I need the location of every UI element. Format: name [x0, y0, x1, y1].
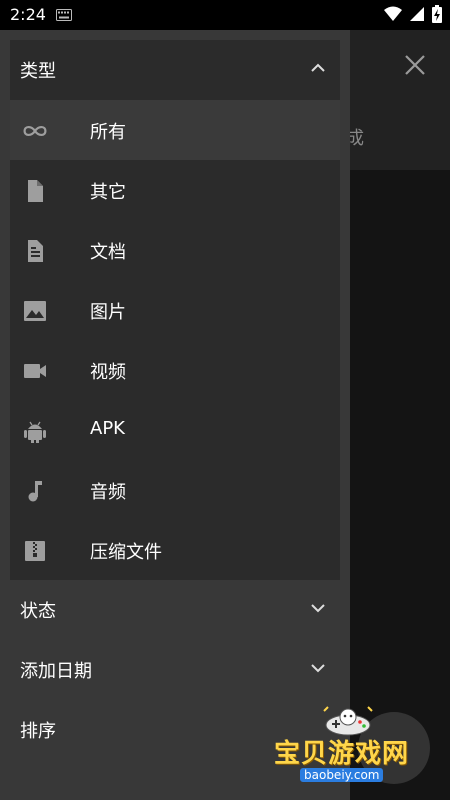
filter-drawer: 类型 所有 其它 文档 图片 视频 APK 音频 压缩文件 状态 添加日期 排序 [0, 30, 350, 800]
type-item-label: 视频 [90, 362, 126, 383]
type-item-label: 压缩文件 [90, 542, 162, 563]
type-item-label: 其它 [90, 182, 126, 203]
chevron-down-icon [311, 664, 325, 673]
status-time: 2:24 [10, 5, 46, 24]
document-icon [28, 240, 43, 262]
android-icon [24, 421, 46, 443]
type-item-label: APK [90, 418, 125, 439]
section-status-header[interactable]: 状态 [10, 580, 340, 640]
type-item-image[interactable]: 图片 [10, 280, 340, 340]
type-item-label: 所有 [90, 122, 126, 143]
type-item-archive[interactable]: 压缩文件 [10, 520, 340, 580]
section-date-title: 添加日期 [20, 661, 92, 682]
type-item-label: 图片 [90, 302, 126, 323]
wifi-icon [384, 6, 402, 21]
type-item-all[interactable]: 所有 [10, 100, 340, 160]
status-icons [384, 5, 442, 23]
type-item-document[interactable]: 文档 [10, 220, 340, 280]
section-date-header[interactable]: 添加日期 [10, 640, 340, 700]
watermark-site: baobeiy.com [300, 768, 384, 782]
watermark: 宝贝游戏网 baobeiy.com [270, 705, 440, 795]
section-type-title: 类型 [20, 61, 56, 82]
status-bar: 2:24 [0, 0, 450, 30]
chevron-down-icon [311, 604, 325, 613]
zip-icon [25, 541, 45, 561]
infinity-icon [23, 126, 47, 136]
section-type-header[interactable]: 类型 [10, 40, 340, 100]
section-sort-title: 排序 [20, 721, 56, 742]
type-item-other[interactable]: 其它 [10, 160, 340, 220]
section-status-title: 状态 [20, 601, 56, 622]
file-icon [28, 180, 43, 202]
type-item-apk[interactable]: APK [10, 400, 340, 460]
close-icon[interactable] [402, 52, 428, 78]
cell-signal-icon [410, 7, 424, 21]
type-item-audio[interactable]: 音频 [10, 460, 340, 520]
keyboard-icon [56, 9, 72, 21]
image-icon [24, 301, 46, 321]
watermark-title: 宝贝游戏网 [274, 739, 410, 769]
type-item-video[interactable]: 视频 [10, 340, 340, 400]
music-note-icon [28, 481, 42, 502]
video-icon [24, 364, 46, 378]
type-item-label: 音频 [90, 482, 126, 503]
type-item-label: 文档 [90, 242, 126, 263]
chevron-up-icon [311, 63, 325, 72]
battery-charging-icon [432, 5, 442, 23]
